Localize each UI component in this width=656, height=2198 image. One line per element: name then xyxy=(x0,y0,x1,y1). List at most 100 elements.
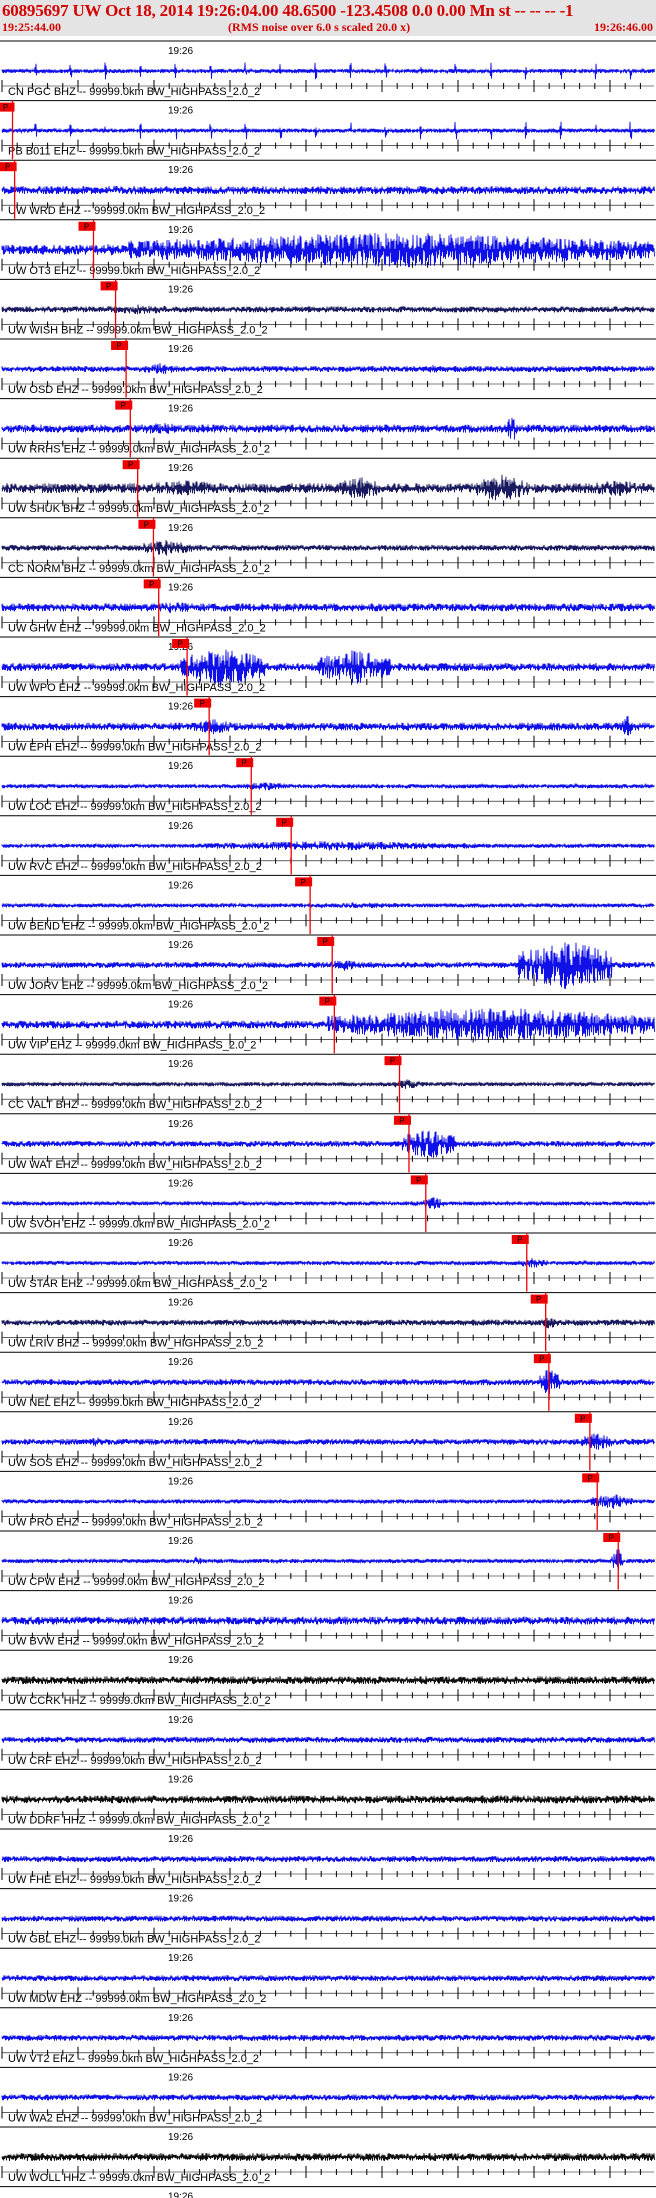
time-label: 19:26 xyxy=(168,880,193,891)
time-label: 19:26 xyxy=(168,106,193,117)
waveform-trace xyxy=(1,474,655,501)
time-label: 19:26 xyxy=(168,1894,193,1905)
station-label: UW VIP EHZ -- 99999.0km BW_HIGHPASS_2.0_… xyxy=(8,1040,256,1052)
waveform-trace xyxy=(1,901,655,909)
time-label: 19:26 xyxy=(168,2013,193,2024)
waveform-trace xyxy=(1,185,655,195)
waveform-trace xyxy=(1,1616,655,1625)
station-label: UW OT3 EHZ -- 99999.0km BW_HIGHPASS_2.0_… xyxy=(8,265,260,277)
station-label: UW EPH EHZ -- 99999.0km BW_HIGHPASS_2.0_… xyxy=(8,742,262,754)
pick-label: P xyxy=(121,401,126,410)
waveform-trace xyxy=(1,782,655,791)
waveform-trace xyxy=(1,841,655,851)
pick-label: P xyxy=(144,520,149,529)
seismogram-plot: 19:26 CN PGC BHZ -- 99999.0km BW_HIGHPASS… xyxy=(0,40,656,2198)
time-label: 19:26 xyxy=(168,1178,193,1189)
station-label: UW VT2 EHZ -- 99999.0km BW_HIGHPASS_2.0_… xyxy=(8,2053,259,2065)
station-label: UW FHE EHZ -- 99999.0km BW_HIGHPASS_2.0_… xyxy=(8,1874,261,1886)
waveform-trace xyxy=(1,1855,655,1863)
waveform-trace xyxy=(1,1079,655,1089)
station-label: UW SHUK BHZ -- 99999.0km BW_HIGHPASS_2.0… xyxy=(8,503,269,515)
time-label: 19:26 xyxy=(168,1655,193,1666)
pick-label: P xyxy=(3,103,8,112)
time-label: 19:26 xyxy=(168,1119,193,1130)
pick-label: P xyxy=(517,1236,522,1245)
time-label: 19:26 xyxy=(168,761,193,772)
time-label: 19:26 xyxy=(168,702,193,713)
pick-label: P xyxy=(609,1534,614,1543)
station-label: UW WAT EHZ -- 99999.0km BW_HIGHPASS_2.0_… xyxy=(8,1159,262,1171)
pick-label: P xyxy=(323,938,328,947)
waveform-trace xyxy=(1,2152,655,2162)
waveform-trace xyxy=(1,716,655,736)
waveform-trace xyxy=(1,1258,655,1268)
pick-label: P xyxy=(390,1057,395,1066)
pick-label: P xyxy=(325,997,330,1006)
station-label: UW BEND EHZ -- 99999.0km BW_HIGHPASS_2.0… xyxy=(8,920,269,932)
pick-label: P xyxy=(580,1414,585,1423)
time-label: 19:26 xyxy=(168,225,193,236)
station-label: UW GBL EHZ -- 99999.0km BW_HIGHPASS_2.0_… xyxy=(8,1934,260,1946)
time-label: 19:26 xyxy=(168,582,193,593)
waveform-trace xyxy=(1,1494,655,1509)
waveform-trace xyxy=(1,363,655,375)
station-label: UW PRO EHZ -- 99999.0km BW_HIGHPASS_2.0_… xyxy=(8,1516,263,1528)
waveform-trace xyxy=(1,602,655,613)
time-label: 19:26 xyxy=(168,523,193,534)
pick-label: P xyxy=(242,759,247,768)
waveform-trace xyxy=(1,2034,655,2042)
time-label: 19:26 xyxy=(168,1298,193,1309)
time-label: 19:26 xyxy=(168,1834,193,1845)
waveform-trace xyxy=(1,1736,655,1744)
time-label: 19:26 xyxy=(168,821,193,832)
station-label: UW CCRK HHZ -- 99999.0km BW_HIGHPASS_2.0… xyxy=(8,1695,271,1707)
waveform-trace xyxy=(1,62,655,80)
time-label: 19:26 xyxy=(168,940,193,951)
station-label: UW BVW EHZ -- 99999.0km BW_HIGHPASS_2.0_… xyxy=(8,1636,264,1648)
pick-label: P xyxy=(177,640,182,649)
station-label: UW SOS EHZ -- 99999.0km BW_HIGHPASS_2.0_… xyxy=(8,1457,262,1469)
event-title: 60895697 UW Oct 18, 2014 19:26:04.00 48.… xyxy=(2,1,574,20)
waveform-trace xyxy=(1,2093,655,2101)
scaling-note: (RMS noise over 6.0 s scaled 20.0 x) xyxy=(228,20,411,34)
waveform-trace xyxy=(1,1676,655,1685)
pick-label: P xyxy=(84,222,89,231)
pick-label: P xyxy=(588,1474,593,1483)
waveform-trace xyxy=(1,1130,655,1158)
station-label: UW RVC EHZ -- 99999.0km BW_HIGHPASS_2.0_… xyxy=(8,861,262,873)
pick-label: P xyxy=(106,282,111,291)
waveform-trace xyxy=(1,232,655,268)
station-label: UW WOLL HHZ -- 99999.0km BW_HIGHPASS_2.0… xyxy=(8,2172,270,2184)
time-label: 19:26 xyxy=(168,404,193,415)
station-label: CC VALT BHZ -- 99999.0km BW_HIGHPASS_2.0… xyxy=(8,1099,262,1111)
time-label: 19:26 xyxy=(168,2192,193,2198)
time-label: 19:26 xyxy=(168,1357,193,1368)
time-label: 19:26 xyxy=(168,1000,193,1011)
end-time: 19:26:46.00 xyxy=(594,20,653,34)
time-label: 19:26 xyxy=(168,1715,193,1726)
time-label: 19:26 xyxy=(168,1059,193,1070)
station-label: UW NEL EHZ -- 99999.0km BW_HIGHPASS_2.0_… xyxy=(8,1397,260,1409)
station-label: UW WPO EHZ -- 99999.0km BW_HIGHPASS_2.0_… xyxy=(8,682,265,694)
station-label: PB B011 EHZ -- 99999.0km BW_HIGHPASS_2.0… xyxy=(8,146,260,158)
pick-label: P xyxy=(399,1116,404,1125)
station-label: UW LRIV BHZ -- 99999.0km BW_HIGHPASS_2.0… xyxy=(8,1338,263,1350)
waveform-trace xyxy=(1,1549,655,1571)
station-label: CC NORM BHZ -- 99999.0km BW_HIGHPASS_2.0… xyxy=(8,563,270,575)
station-label: UW CPW EHZ -- 99999.0km BW_HIGHPASS_2.0_… xyxy=(8,1576,265,1588)
pick-label: P xyxy=(416,1176,421,1185)
time-label: 19:26 xyxy=(168,2072,193,2083)
waveform-trace xyxy=(1,1795,655,1804)
time-label: 19:26 xyxy=(168,46,193,57)
pick-label: P xyxy=(282,818,287,827)
pick-label: P xyxy=(116,342,121,351)
time-label: 19:26 xyxy=(168,1953,193,1964)
pick-label: P xyxy=(5,163,10,172)
waveform-trace xyxy=(1,1915,655,1922)
station-label: UW JORV EHZ -- 99999.0km BW_HIGHPASS_2.0… xyxy=(8,980,268,992)
pick-label: P xyxy=(539,1355,544,1364)
time-label: 19:26 xyxy=(168,344,193,355)
station-label: UW MDW EHZ -- 99999.0km BW_HIGHPASS_2.0_… xyxy=(8,1993,266,2005)
time-label: 19:26 xyxy=(168,1238,193,1249)
time-label: 19:26 xyxy=(168,165,193,176)
